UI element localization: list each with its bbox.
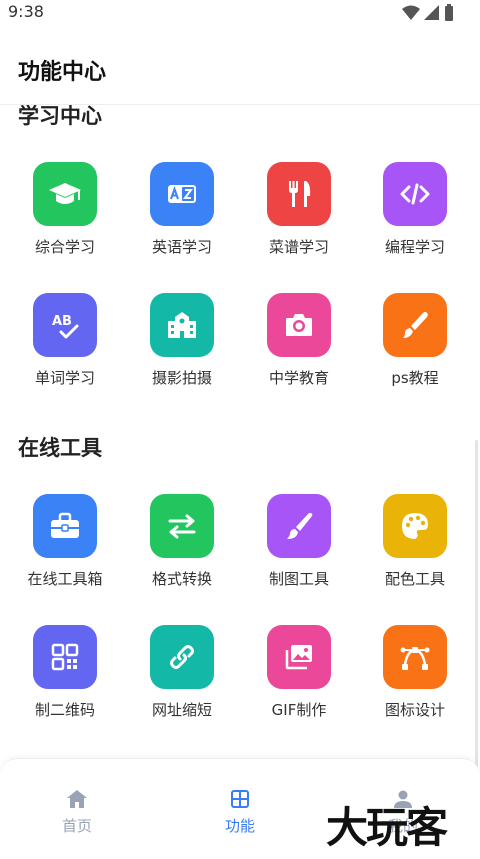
tile xyxy=(267,625,331,689)
tile xyxy=(150,162,214,226)
grid-item-icon-design[interactable]: 图标设计 xyxy=(360,625,470,720)
home-icon xyxy=(67,790,87,808)
item-label: 单词学习 xyxy=(34,369,95,387)
item-label: GIF制作 xyxy=(271,701,327,719)
status-time: 9:38 xyxy=(8,2,44,21)
grid-item-english-study[interactable]: 英语学习 xyxy=(127,162,237,257)
tile xyxy=(150,293,214,357)
grid-item-drawing-tools[interactable]: 制图工具 xyxy=(244,494,354,589)
grid-item-recipe-study[interactable]: 菜谱学习 xyxy=(244,162,354,257)
school-building-icon xyxy=(168,312,196,338)
tile xyxy=(150,494,214,558)
brush-icon xyxy=(287,512,313,539)
content-area[interactable]: 学习中心 综合学习 英语学习 菜谱学习 编程学习 AB 单词学习 摄影拍摄 中学… xyxy=(0,104,480,758)
scroll-indicator[interactable] xyxy=(475,440,478,770)
code-icon xyxy=(400,183,430,205)
vector-pen-icon xyxy=(400,647,430,670)
battery-icon xyxy=(445,4,453,21)
tile: AB xyxy=(33,293,97,357)
grid-item-url-shortener[interactable]: 网址缩短 xyxy=(127,625,237,720)
nav-item-home[interactable]: 首页 xyxy=(32,787,122,836)
item-label: ps教程 xyxy=(391,369,439,387)
item-label: 图标设计 xyxy=(384,701,445,719)
palette-icon xyxy=(402,513,428,539)
item-label: 在线工具箱 xyxy=(27,570,103,588)
page-title: 功能中心 xyxy=(18,60,107,85)
section-title: 学习中心 xyxy=(18,104,102,128)
toolbox-icon xyxy=(51,512,79,538)
tile xyxy=(33,625,97,689)
tile xyxy=(383,625,447,689)
grid-icon xyxy=(231,790,249,808)
grid-item-comprehensive-study[interactable]: 综合学习 xyxy=(10,162,120,257)
grid-item-photography[interactable]: 摄影拍摄 xyxy=(127,293,237,388)
item-label: 英语学习 xyxy=(151,238,212,256)
grid-item-format-conversion[interactable]: 格式转换 xyxy=(127,494,237,589)
watermark: 大玩客 xyxy=(326,803,448,852)
grid-item-color-tools[interactable]: 配色工具 xyxy=(360,494,470,589)
spell-check-icon: AB xyxy=(52,314,79,339)
nav-item-features[interactable]: 功能 xyxy=(195,787,285,836)
tile xyxy=(33,162,97,226)
qr-code-icon xyxy=(51,643,79,671)
tile xyxy=(150,625,214,689)
grid-item-word-study[interactable]: AB 单词学习 xyxy=(10,293,120,388)
item-label: 制二维码 xyxy=(34,701,95,719)
tile xyxy=(383,293,447,357)
item-label: 中学教育 xyxy=(268,369,329,387)
nav-label: 首页 xyxy=(61,817,92,835)
svg-text:AB: AB xyxy=(52,314,72,329)
grid-item-gif-maker[interactable]: GIF制作 xyxy=(244,625,354,720)
grid-item-ps-tutorial[interactable]: ps教程 xyxy=(360,293,470,388)
tile xyxy=(267,162,331,226)
grid-item-make-qr-code[interactable]: 制二维码 xyxy=(10,625,120,720)
link-icon xyxy=(170,645,194,669)
exchange-arrows-icon xyxy=(168,514,196,539)
signal-icon xyxy=(424,5,439,20)
translate-icon xyxy=(168,185,196,203)
utensils-icon xyxy=(289,181,311,207)
nav-label: 功能 xyxy=(224,817,255,835)
paint-brush-icon xyxy=(403,311,428,338)
graduation-cap-icon xyxy=(49,183,81,204)
tile xyxy=(383,494,447,558)
images-icon xyxy=(285,645,312,670)
item-label: 摄影拍摄 xyxy=(151,369,212,387)
tile xyxy=(267,293,331,357)
tile xyxy=(267,494,331,558)
grid-item-online-toolbox[interactable]: 在线工具箱 xyxy=(10,494,120,589)
item-label: 配色工具 xyxy=(384,570,445,588)
item-label: 格式转换 xyxy=(151,570,212,588)
section-title: 在线工具 xyxy=(18,436,102,460)
status-icons xyxy=(402,4,454,22)
item-label: 网址缩短 xyxy=(151,701,212,719)
status-bar: 9:38 xyxy=(0,0,480,26)
app-header: 功能中心 xyxy=(0,26,480,105)
wifi-icon xyxy=(402,5,420,20)
item-label: 制图工具 xyxy=(268,570,329,588)
grid-item-programming-study[interactable]: 编程学习 xyxy=(360,162,470,257)
item-label: 编程学习 xyxy=(384,238,445,256)
item-label: 菜谱学习 xyxy=(268,238,329,256)
item-label: 综合学习 xyxy=(34,238,95,256)
grid-item-middle-school-education[interactable]: 中学教育 xyxy=(244,293,354,388)
tile xyxy=(33,494,97,558)
tile xyxy=(383,162,447,226)
camera-icon xyxy=(286,314,312,336)
